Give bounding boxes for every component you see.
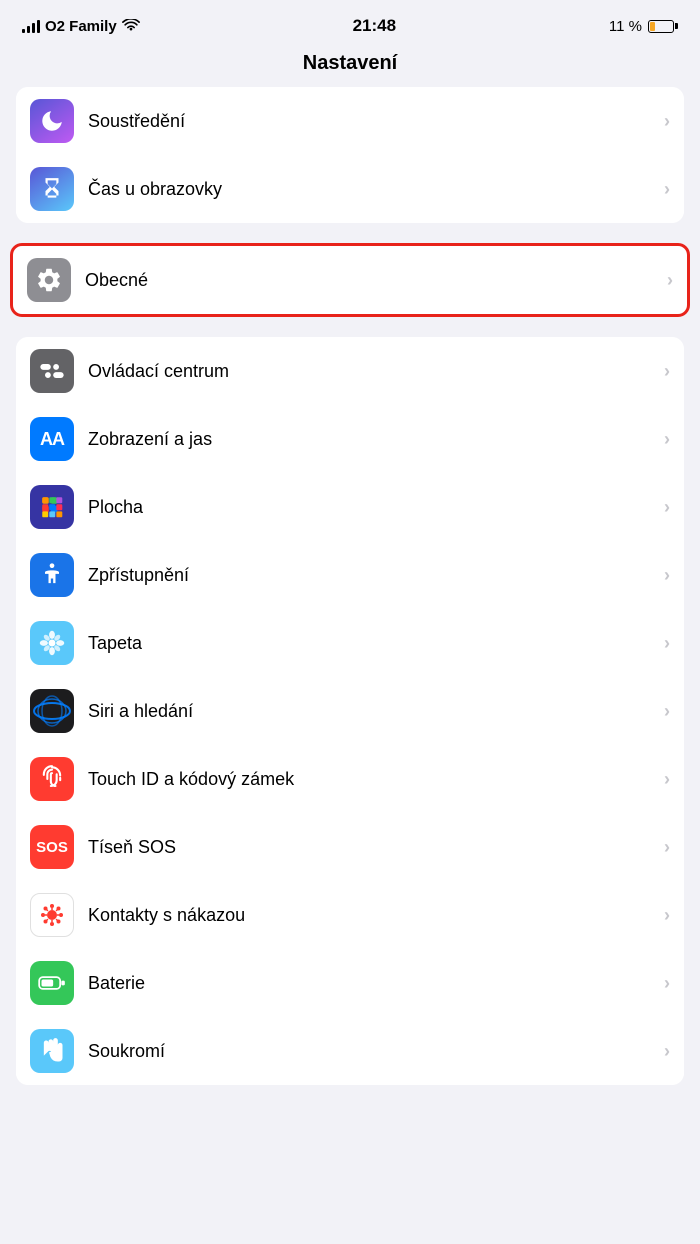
- nakazou-icon: [30, 893, 74, 937]
- cas-obrazovky-label: Čas u obrazovky: [88, 179, 656, 200]
- status-bar: O2 Family 21:48 11 %: [0, 0, 700, 44]
- carrier-label: O2 Family: [45, 18, 117, 35]
- section-obecne: Obecné ›: [10, 243, 690, 317]
- fingerprint-svg: [38, 765, 66, 793]
- obecne-label: Obecné: [85, 270, 659, 291]
- signal-icon: [22, 19, 40, 33]
- chevron-zob: ›: [664, 429, 670, 450]
- sos-text: SOS: [36, 839, 68, 856]
- item-baterie[interactable]: Baterie ›: [16, 949, 684, 1017]
- toggle-svg: [38, 357, 66, 385]
- touch-id-icon: [30, 757, 74, 801]
- item-nakazou[interactable]: Kontakty s nákazou ›: [16, 881, 684, 949]
- item-obecne[interactable]: Obecné ›: [13, 246, 687, 314]
- chevron-icon-2: ›: [664, 179, 670, 200]
- page-title-bar: Nastavení: [0, 44, 700, 87]
- moon-svg: [39, 108, 65, 134]
- chevron-zp: ›: [664, 565, 670, 586]
- battery-icon: [648, 20, 678, 33]
- item-ovladaci-centrum[interactable]: Ovládací centrum ›: [16, 337, 684, 405]
- chevron-siri: ›: [664, 701, 670, 722]
- tisen-sos-icon: SOS: [30, 825, 74, 869]
- ovladaci-centrum-icon: [30, 349, 74, 393]
- chevron-sou: ›: [664, 1041, 670, 1062]
- zpristupneni-icon: [30, 553, 74, 597]
- aa-text: AA: [40, 429, 64, 450]
- item-siri[interactable]: Siri a hledání ›: [16, 677, 684, 745]
- battery-percent: 11 %: [609, 18, 642, 35]
- flower-svg: [38, 629, 66, 657]
- plocha-label: Plocha: [88, 497, 656, 518]
- item-cas-obrazovky[interactable]: Čas u obrazovky ›: [16, 155, 684, 223]
- chevron-tp: ›: [664, 633, 670, 654]
- nakazou-label: Kontakty s nákazou: [88, 905, 656, 926]
- chevron-bat: ›: [664, 973, 670, 994]
- chevron-nak: ›: [664, 905, 670, 926]
- chevron-oc: ›: [664, 361, 670, 382]
- soustredeni-icon: [30, 99, 74, 143]
- accessibility-svg: [38, 561, 66, 589]
- item-soustredeni[interactable]: Soustředění ›: [16, 87, 684, 155]
- tisen-sos-label: Tíseň SOS: [88, 837, 656, 858]
- chevron-icon: ›: [664, 111, 670, 132]
- status-battery-area: 11 %: [609, 18, 678, 35]
- gear-svg: [35, 266, 63, 294]
- wifi-icon: [122, 19, 140, 33]
- section-main: Ovládací centrum › AA Zobrazení a jas ›: [16, 337, 684, 1085]
- baterie-label: Baterie: [88, 973, 656, 994]
- zobrazeni-label: Zobrazení a jas: [88, 429, 656, 450]
- item-zobrazeni[interactable]: AA Zobrazení a jas ›: [16, 405, 684, 473]
- item-plocha[interactable]: Plocha ›: [16, 473, 684, 541]
- chevron-sos: ›: [664, 837, 670, 858]
- soukromi-label: Soukromí: [88, 1041, 656, 1062]
- section-focus: Soustředění › Čas u obrazovky ›: [16, 87, 684, 223]
- chevron-tid: ›: [664, 769, 670, 790]
- grid-svg: [39, 494, 65, 520]
- battery-svg: [38, 969, 66, 997]
- hand-svg: [38, 1037, 66, 1065]
- page-title: Nastavení: [0, 52, 700, 75]
- chevron-obecne: ›: [667, 270, 673, 291]
- zobrazeni-icon: AA: [30, 417, 74, 461]
- item-touch-id[interactable]: Touch ID a kódový zámek ›: [16, 745, 684, 813]
- touch-id-label: Touch ID a kódový zámek: [88, 769, 656, 790]
- status-time: 21:48: [353, 16, 396, 36]
- item-zpristupneni[interactable]: Zpřístupnění ›: [16, 541, 684, 609]
- virus-svg: [37, 900, 67, 930]
- soustredeni-label: Soustředění: [88, 111, 656, 132]
- siri-label: Siri a hledání: [88, 701, 656, 722]
- siri-icon: [30, 689, 74, 733]
- plocha-icon: [30, 485, 74, 529]
- item-tisen-sos[interactable]: SOS Tíseň SOS ›: [16, 813, 684, 881]
- item-soukromi[interactable]: Soukromí ›: [16, 1017, 684, 1085]
- status-carrier: O2 Family: [22, 18, 140, 35]
- zpristupneni-label: Zpřístupnění: [88, 565, 656, 586]
- siri-svg: [30, 689, 74, 733]
- ovladaci-centrum-label: Ovládací centrum: [88, 361, 656, 382]
- soukromi-icon: [30, 1029, 74, 1073]
- item-tapeta[interactable]: Tapeta ›: [16, 609, 684, 677]
- baterie-icon: [30, 961, 74, 1005]
- chevron-pl: ›: [664, 497, 670, 518]
- hourglass-svg: [39, 176, 65, 202]
- cas-obrazovky-icon: [30, 167, 74, 211]
- tapeta-label: Tapeta: [88, 633, 656, 654]
- tapeta-icon: [30, 621, 74, 665]
- obecne-icon: [27, 258, 71, 302]
